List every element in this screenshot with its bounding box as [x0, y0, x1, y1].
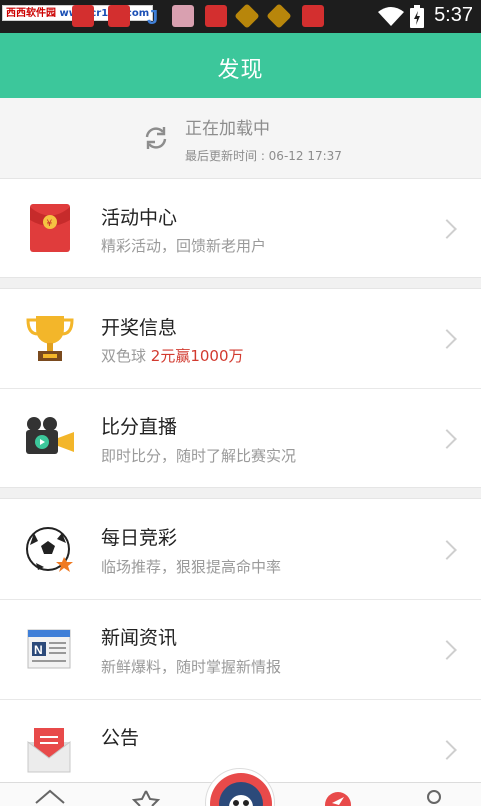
diamond-app-icon — [234, 3, 260, 29]
video-camera-icon — [24, 412, 76, 464]
soccer-ball-icon — [24, 523, 76, 575]
red-envelope-icon: ¥ — [24, 202, 76, 254]
chevron-right-icon — [437, 740, 457, 760]
discover-icon[interactable] — [318, 783, 358, 806]
item-title: 公告 — [101, 727, 140, 749]
item-subtitle: 新鲜爆料，随时掌握新情报 — [101, 658, 282, 676]
section-gap — [0, 277, 481, 289]
chevron-right-icon — [437, 540, 457, 560]
list-item-news[interactable]: N 新闻资讯 新鲜爆料，随时掌握新情报 — [0, 600, 481, 699]
svg-text:N: N — [34, 643, 43, 657]
refresh-icon — [142, 124, 170, 156]
app-header: 发现 — [0, 33, 481, 98]
home-icon[interactable] — [30, 783, 70, 806]
star-icon[interactable] — [126, 783, 166, 806]
section-gap — [0, 487, 481, 499]
item-title: 比分直播 — [101, 416, 178, 438]
item-title: 开奖信息 — [101, 317, 178, 339]
chevron-right-icon — [437, 429, 457, 449]
page-title: 发现 — [217, 58, 264, 83]
pull-refresh-banner: 正在加载中 最后更新时间 : 06-12 17:37 — [0, 98, 481, 179]
item-title: 新闻资讯 — [101, 627, 178, 649]
battery-icon — [409, 5, 425, 33]
item-subtitle: 即时比分，随时了解比赛实况 — [101, 447, 297, 465]
item-subtitle: 临场推荐，狠狠提高命中率 — [101, 558, 282, 576]
list-item-lottery-results[interactable]: 开奖信息 双色球 2元赢1000万 — [0, 290, 481, 388]
lottery-app-icon — [205, 5, 227, 27]
subtitle-prefix: 双色球 — [101, 347, 151, 365]
notification-app-icon — [72, 5, 94, 27]
newspaper-icon: N — [24, 624, 76, 676]
item-title: 每日竞彩 — [101, 527, 178, 549]
lottery-app-icon — [302, 5, 324, 27]
list-item-daily-picks[interactable]: 每日竞彩 临场推荐，狠狠提高命中率 — [0, 500, 481, 599]
svg-text:¥: ¥ — [47, 219, 53, 229]
chevron-right-icon — [437, 640, 457, 660]
last-update-time: 最后更新时间 : 06-12 17:37 — [185, 149, 342, 163]
list-item-live-scores[interactable]: 比分直播 即时比分，随时了解比赛实况 — [0, 389, 481, 487]
profile-icon[interactable] — [414, 783, 454, 806]
j-app-icon: J — [142, 5, 164, 29]
svg-text:J: J — [147, 7, 158, 27]
game-app-icon — [172, 5, 194, 27]
watermark-text: 西西软件园 — [6, 8, 56, 19]
loading-status: 正在加载中 — [185, 119, 270, 139]
trophy-icon — [24, 312, 76, 364]
item-subtitle: 双色球 2元赢1000万 — [101, 345, 244, 366]
mail-icon — [24, 724, 76, 776]
diamond-app-icon — [266, 3, 292, 29]
item-title: 活动中心 — [101, 207, 178, 229]
status-bar: 西西软件园 www.cr173.com J 5:37 — [0, 0, 481, 33]
notification-app-icon — [108, 5, 130, 27]
wifi-icon — [377, 6, 405, 32]
chevron-right-icon — [437, 219, 457, 239]
prize-highlight: 2元赢1000万 — [150, 347, 244, 365]
chevron-right-icon — [437, 329, 457, 349]
item-subtitle: 精彩活动，回馈新老用户 — [101, 237, 267, 255]
status-time: 5:37 — [434, 4, 473, 26]
list-item-activity-center[interactable]: ¥ 活动中心 精彩活动，回馈新老用户 — [0, 180, 481, 277]
